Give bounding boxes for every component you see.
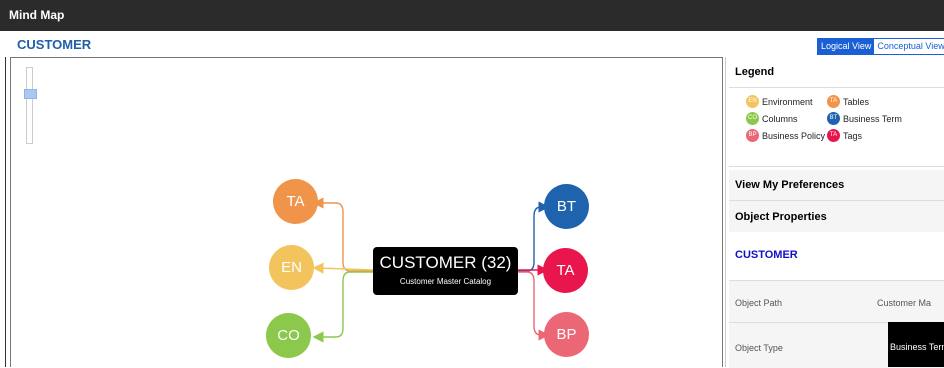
center-node-subtitle: Customer Master Catalog [399, 277, 492, 286]
environment-icon: EN [746, 95, 759, 108]
object-properties-header[interactable]: Object Properties [729, 201, 944, 233]
property-row-object-path: Object Path Customer Ma [729, 280, 944, 323]
legend-title: Legend [735, 66, 775, 78]
panel-divider [725, 57, 726, 367]
view-toggle: Logical View Conceptual View [817, 38, 944, 55]
center-node-title: CUSTOMER (32) [379, 253, 512, 272]
window-title: Mind Map [9, 8, 65, 22]
property-value: Customer Ma [877, 298, 932, 308]
zoom-slider-track[interactable] [26, 67, 33, 144]
property-value-object-type: Business Term [888, 322, 944, 367]
legend-item-business-policy: BP Business Policy [746, 129, 825, 142]
node-ta-right[interactable]: TA [543, 248, 588, 293]
business-term-icon: BT [827, 112, 840, 125]
entity-title: CUSTOMER [17, 37, 92, 52]
node-bt[interactable]: BT [544, 184, 589, 229]
conceptual-view-button[interactable]: Conceptual View [874, 39, 944, 54]
property-key: Object Type [735, 343, 783, 353]
business-policy-icon: BP [746, 129, 759, 142]
legend-item-business-term: BT Business Term [827, 112, 902, 125]
node-co[interactable]: CO [266, 313, 311, 358]
node-en[interactable]: EN [269, 245, 314, 290]
object-name: CUSTOMER [735, 249, 798, 261]
tables-icon: TA [827, 95, 840, 108]
preferences-header[interactable]: View My Preferences [729, 170, 944, 201]
left-divider [5, 57, 6, 367]
object-properties-title: Object Properties [735, 211, 827, 223]
center-node[interactable]: CUSTOMER (32) Customer Master Catalog [373, 247, 518, 295]
node-ta-left[interactable]: TA [273, 179, 318, 224]
preferences-title: View My Preferences [735, 179, 845, 191]
legend-item-columns: CO Columns [746, 112, 798, 125]
legend-item-environment: EN Environment [746, 95, 813, 108]
legend-header[interactable]: Legend [729, 57, 944, 88]
mindmap-canvas[interactable] [10, 57, 723, 367]
legend-panel: EN Environment TA Tables CO Columns BT B… [729, 88, 944, 167]
zoom-slider-handle[interactable] [24, 89, 37, 99]
property-key: Object Path [735, 298, 783, 308]
title-bar: Mind Map [0, 0, 944, 31]
logical-view-button[interactable]: Logical View [818, 39, 875, 54]
node-bp[interactable]: BP [544, 312, 589, 357]
object-name-row: CUSTOMER [729, 232, 944, 280]
legend-item-tags: TA Tags [827, 129, 862, 142]
legend-item-tables: TA Tables [827, 95, 869, 108]
columns-icon: CO [746, 112, 759, 125]
tags-icon: TA [827, 129, 840, 142]
